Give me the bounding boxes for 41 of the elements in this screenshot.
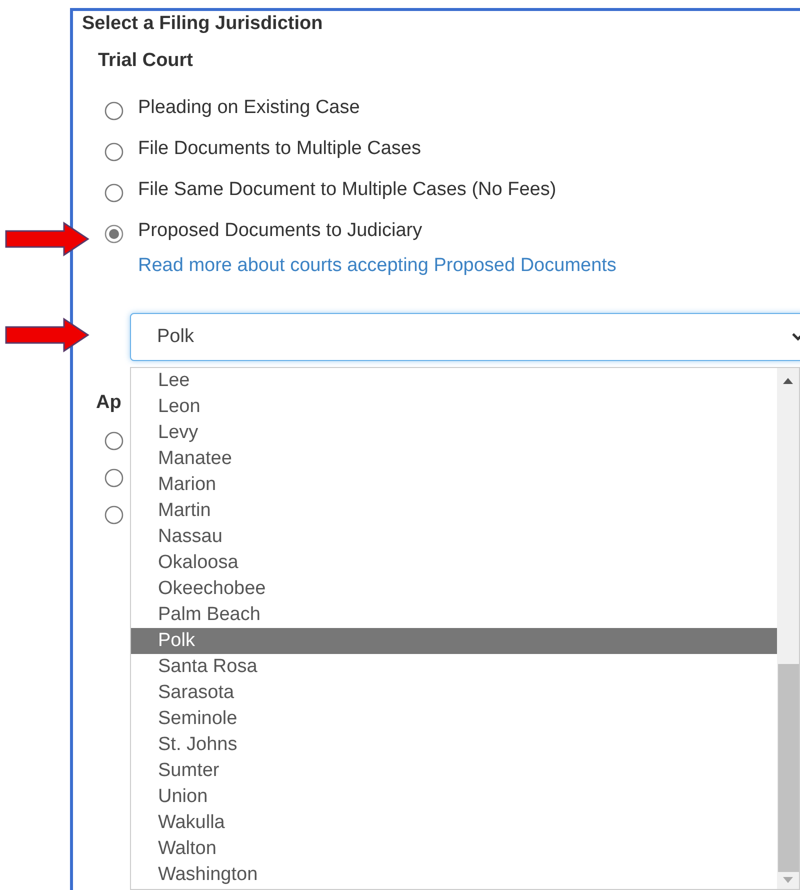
option-label[interactable]: Pleading on Existing Case: [138, 94, 360, 123]
dropdown-option[interactable]: Sarasota: [131, 680, 777, 706]
section-heading: Ap: [96, 391, 122, 415]
radio-button[interactable]: [104, 182, 124, 202]
dropdown-option[interactable]: Palm Beach: [131, 602, 777, 628]
radio-button[interactable]: [104, 224, 124, 244]
dropdown-option[interactable]: Walton: [131, 836, 777, 862]
dropdown-option[interactable]: Lee: [131, 368, 777, 394]
dropdown-option[interactable]: Sumter: [131, 758, 777, 784]
radio-button[interactable]: [104, 431, 124, 451]
scroll-up-icon[interactable]: [783, 378, 793, 384]
dropdown-option[interactable]: Manatee: [131, 446, 777, 472]
option-label[interactable]: File Documents to Multiple Cases: [138, 135, 421, 164]
radio-button[interactable]: [104, 100, 124, 120]
dropdown-option[interactable]: Union: [131, 784, 777, 810]
dropdown-option[interactable]: Washington: [131, 862, 777, 888]
dropdown-option[interactable]: Seminole: [131, 706, 777, 732]
dropdown-option[interactable]: Santa Rosa: [131, 654, 777, 680]
dropdown-option[interactable]: St. Johns: [131, 732, 777, 758]
arrow-icon: [4, 221, 90, 257]
option-label[interactable]: File Same Document to Multiple Cases (No Fees): [138, 176, 556, 205]
read-more-link[interactable]: Read more about courts accepting Proposed Documents: [138, 254, 616, 278]
panel-title: Select a Filing Jurisdiction: [82, 12, 323, 36]
dropdown-option[interactable]: Okeechobee: [131, 576, 777, 602]
section-heading: Trial Court: [98, 49, 194, 73]
dropdown-option[interactable]: Nassau: [131, 524, 777, 550]
arrow-icon: [4, 317, 90, 353]
dropdown-option[interactable]: Martin: [131, 498, 777, 524]
county-select[interactable]: Polk: [130, 313, 800, 361]
dropdown-option[interactable]: Leon: [131, 394, 777, 420]
scrollbar-thumb[interactable]: [778, 664, 799, 872]
dropdown-option[interactable]: Marion: [131, 472, 777, 498]
dropdown-option[interactable]: Okaloosa: [131, 550, 777, 576]
dropdown-option[interactable]: Wakulla: [131, 810, 777, 836]
option-label[interactable]: Proposed Documents to Judiciary: [138, 217, 422, 246]
dropdown-option[interactable]: Levy: [131, 420, 777, 446]
dropdown-option[interactable]: Polk: [131, 628, 777, 654]
scrollbar[interactable]: [777, 368, 799, 889]
radio-button[interactable]: [104, 505, 124, 525]
radio-button[interactable]: [104, 468, 124, 488]
radio-button[interactable]: [104, 142, 124, 162]
